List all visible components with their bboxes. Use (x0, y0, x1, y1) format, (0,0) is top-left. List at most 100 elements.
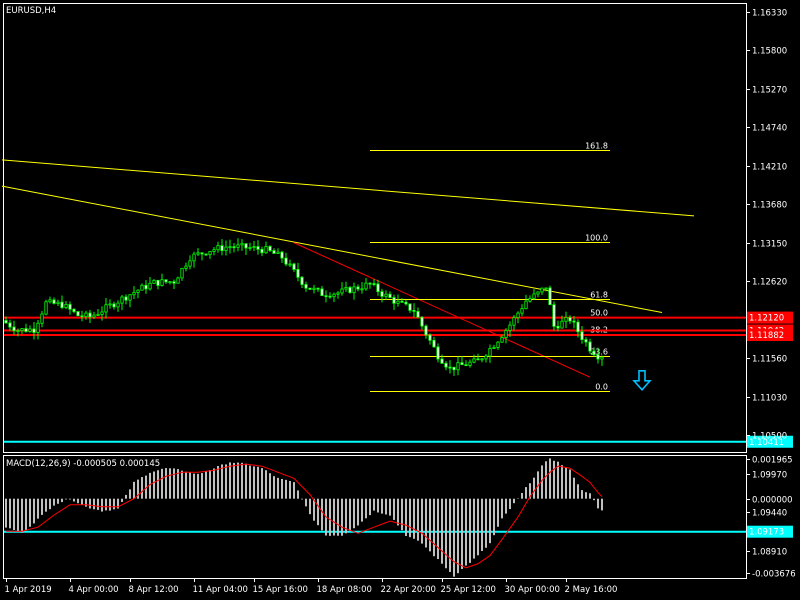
candle-body-bull (544, 287, 548, 290)
candle-body-bear (316, 287, 320, 290)
candle-body-bull (468, 361, 472, 366)
time-tick-label: 30 Apr 00:00 (505, 585, 560, 595)
candle-body-bear (260, 248, 264, 254)
candle-body-bear (372, 283, 376, 285)
candle-body-bear (392, 297, 396, 304)
fibonacci-level-label: 0.0 (595, 383, 608, 392)
candle-body-bull (516, 312, 520, 319)
time-tick-label: 22 Apr 20:00 (381, 585, 436, 595)
candle-body-bear (32, 328, 36, 333)
candle-body-bull (140, 284, 144, 291)
candle-body-bear (440, 358, 444, 364)
candle-body-bull (480, 358, 484, 361)
price-tick-label: 1.10500 (752, 432, 787, 442)
candle-body-bull (276, 251, 280, 254)
candle-body-bear (428, 334, 432, 341)
candle-body-bull (20, 328, 24, 331)
candle-body-bull (180, 267, 184, 279)
candle-body-bull (532, 293, 536, 299)
candle-body-bull (600, 356, 604, 360)
candle-body-bear (460, 362, 464, 366)
candle-body-bull (96, 314, 100, 316)
candle-body-bear (452, 366, 456, 371)
candle-body-bull (540, 287, 544, 293)
candle-body-bull (512, 317, 516, 326)
candle-body-bear (80, 315, 84, 318)
candle-body-bear (8, 322, 12, 328)
price-tick-label: 1.13680 (752, 201, 787, 211)
price-tick-label: 1.12620 (752, 278, 787, 288)
trendline (1, 159, 695, 217)
candle-body-bear (572, 320, 576, 323)
price-tick-label: 1.16330 (752, 9, 787, 19)
symbol-label: EURUSD,H4 (6, 6, 56, 16)
down-arrow-icon (632, 369, 652, 392)
candle-body-bear (24, 328, 28, 332)
candle-body-bull (288, 263, 292, 266)
candle-body-bull (384, 293, 388, 297)
candle-body-bear (368, 282, 372, 285)
candle-body-bull (228, 246, 232, 249)
candle-body-bear (4, 320, 8, 324)
candle-body-bear (436, 346, 440, 360)
candle-body-bear (584, 339, 588, 343)
main-chart-frame (3, 3, 747, 453)
candle-body-bull (56, 301, 60, 304)
time-tick-label: 11 Apr 04:00 (193, 585, 248, 595)
candle-body-bull (312, 287, 316, 290)
candle-body-bear (376, 283, 380, 293)
candle-body-bear (568, 317, 572, 322)
candle-body-bull (360, 288, 364, 291)
candle-body-bull (504, 329, 508, 338)
candle-body-bull (332, 293, 336, 298)
candle-body-bear (232, 246, 236, 249)
candle-body-bull (240, 243, 244, 246)
candle-body-bear (324, 295, 328, 298)
candle-body-bear (464, 364, 468, 367)
price-tag-label: 1.11882 (749, 331, 784, 341)
candle-body-bull (196, 252, 200, 255)
candle-body-bear (320, 288, 324, 297)
candle-body-bear (408, 303, 412, 311)
candle-body-bull (36, 322, 40, 333)
candle-body-bull (168, 281, 172, 284)
candle-body-bull (192, 253, 196, 262)
candle-body-bull (488, 348, 492, 357)
candle-body-bear (348, 287, 352, 294)
candle-body-bull (120, 296, 124, 304)
price-tick-label: 1.11030 (752, 394, 787, 404)
candle-body-bull (236, 244, 240, 248)
candle-body-bull (528, 298, 532, 302)
candle-body-bear (60, 301, 64, 308)
candle-body-bear (548, 287, 552, 306)
price-chart[interactable]: 161.8100.061.850.038.223.60.0 1.121201.1… (0, 0, 800, 600)
time-tick-label: 18 Apr 08:00 (317, 585, 372, 595)
candle-body-bear (576, 321, 580, 333)
candle-body-bull (520, 308, 524, 314)
candle-body-bear (596, 354, 600, 360)
candle-body-bear (268, 246, 272, 251)
candle-body-bear (424, 325, 428, 336)
candle-body-bull (116, 302, 120, 308)
candle-body-bear (328, 295, 332, 298)
candle-body-bull (364, 282, 368, 290)
candle-body-bear (200, 252, 204, 255)
candle-body-bull (500, 337, 504, 343)
candle-body-bull (108, 303, 112, 306)
candle-body-bull (208, 251, 212, 255)
time-tick-label: 2 May 16:00 (565, 585, 618, 595)
time-tick-label: 25 Apr 12:00 (441, 585, 496, 595)
candle-body-bull (472, 358, 476, 363)
candle-body-bear (476, 358, 480, 361)
candle-body-bear (172, 281, 176, 284)
candle-body-bull (248, 247, 252, 249)
candle-body-bear (296, 269, 300, 278)
candle-body-bull (100, 311, 104, 315)
candle-body-bull (564, 317, 568, 322)
candle-body-bull (352, 286, 356, 294)
candle-body-bear (292, 263, 296, 270)
price-tick-label: 1.09970 (752, 471, 787, 481)
candle-body-bear (72, 308, 76, 312)
candle-body-bear (280, 251, 284, 259)
candle-body-bull (176, 277, 180, 284)
